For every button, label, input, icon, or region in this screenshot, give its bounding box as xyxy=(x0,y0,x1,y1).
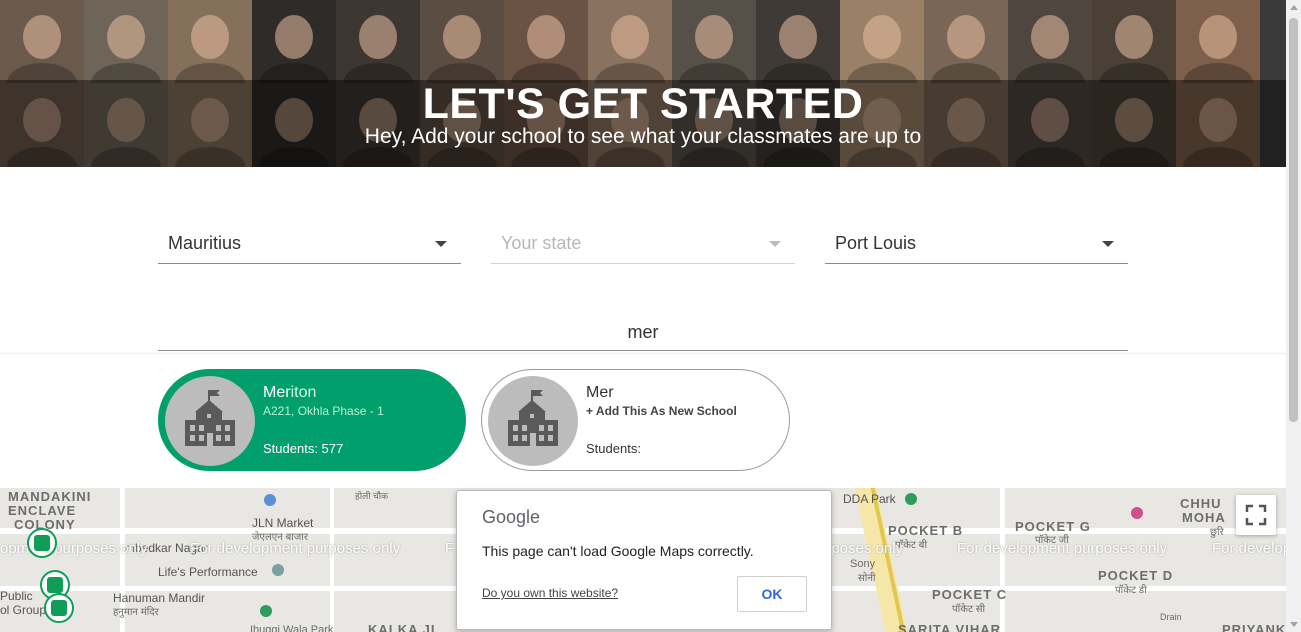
google-logo: Google xyxy=(482,507,541,527)
school-building-icon xyxy=(508,390,558,446)
school-name-rest: iton xyxy=(290,384,317,401)
scrollbar-thumb[interactable] xyxy=(1289,18,1298,422)
school-search-input[interactable] xyxy=(158,316,1128,349)
map-label: POCKET D xyxy=(1098,568,1174,583)
student-photo-tile xyxy=(672,0,756,83)
student-photo-tile xyxy=(588,0,672,83)
country-value: Mauritius xyxy=(168,233,242,253)
add-school-action[interactable]: + Add This As New School xyxy=(586,404,737,418)
map-label: JLN Market xyxy=(252,516,314,530)
map-label: Public xyxy=(0,589,33,603)
map-label: ENCLAVE xyxy=(8,503,77,518)
map-label: सोनी xyxy=(858,573,876,584)
school-result-card[interactable]: Meriton A221, Okhla Phase - 1 Students: … xyxy=(158,369,466,471)
page-scrollbar[interactable] xyxy=(1286,0,1301,632)
student-photo-tile xyxy=(336,0,420,83)
map-label: पॉकेट सी xyxy=(952,604,986,615)
dev-watermark: For development purposes only xyxy=(957,540,1168,557)
state-select[interactable]: Your state xyxy=(491,225,795,264)
own-website-link[interactable]: Do you own this website? xyxy=(482,586,618,600)
dev-watermark: F xyxy=(445,540,455,557)
student-count: Students: xyxy=(586,441,641,456)
landmark-icon xyxy=(272,564,284,576)
park-icon xyxy=(260,605,272,617)
map-label: MOHA xyxy=(1182,510,1226,525)
state-placeholder: Your state xyxy=(501,233,582,253)
dev-watermark: For develop xyxy=(1212,540,1286,557)
student-photo-tile xyxy=(840,0,924,83)
map-label: हनुमान मंदिर xyxy=(113,607,159,618)
map-label: Drain xyxy=(1160,612,1182,622)
school-avatar xyxy=(165,376,255,466)
school-search-field[interactable] xyxy=(158,316,1128,351)
map-label: MANDAKINI xyxy=(8,489,92,504)
fullscreen-icon xyxy=(1245,504,1267,526)
school-building-icon xyxy=(185,390,235,446)
student-photo-tile xyxy=(420,0,504,83)
map-fullscreen-button[interactable] xyxy=(1236,495,1276,535)
map-label: PRIYANK xyxy=(1222,622,1286,632)
chevron-down-icon xyxy=(769,241,781,247)
map-label: DDA Park xyxy=(843,492,896,506)
hero-banner: LET'S GET STARTED Hey, Add your school t… xyxy=(0,0,1286,167)
school-map-marker[interactable] xyxy=(27,528,57,558)
map-label: Sony xyxy=(850,558,876,570)
map-label: Hanuman Mandir xyxy=(113,591,206,605)
map-label: Life's Performance xyxy=(158,565,258,579)
shopping-icon xyxy=(264,494,276,506)
student-photo-tile xyxy=(1176,0,1260,83)
ok-button[interactable]: OK xyxy=(737,576,807,612)
school-address: A221, Okhla Phase - 1 xyxy=(263,404,384,418)
map-label: ol Group xyxy=(0,603,47,617)
page-title: LET'S GET STARTED xyxy=(422,80,864,128)
city-select[interactable]: Port Louis xyxy=(825,225,1128,264)
country-select[interactable]: Mauritius xyxy=(158,225,461,264)
add-new-school-card[interactable]: Mer + Add This As New School Students: xyxy=(481,369,790,471)
map-label: POCKET B xyxy=(888,523,964,538)
school-name: Meriton xyxy=(263,384,316,402)
city-value: Port Louis xyxy=(835,233,917,253)
student-photo-tile xyxy=(0,0,84,83)
school-avatar xyxy=(488,376,578,466)
maps-error-dialog: Google This page can't load Google Maps … xyxy=(456,490,832,630)
map-label: पॉकेट डी xyxy=(1115,585,1147,596)
page-subtitle: Hey, Add your school to see what your cl… xyxy=(364,125,922,148)
place-icon xyxy=(1131,507,1143,519)
map-label: छुरि xyxy=(1210,527,1224,538)
student-count: Students: 577 xyxy=(263,441,344,456)
map-label: CHHU xyxy=(1180,496,1222,511)
chevron-down-icon xyxy=(435,241,447,247)
school-name: Mer xyxy=(586,384,614,402)
student-photo-tile xyxy=(504,0,588,83)
park-icon xyxy=(905,493,917,505)
school-name-match: Mer xyxy=(586,384,614,401)
student-photo-tile xyxy=(1092,0,1176,83)
school-name-match: Mer xyxy=(263,384,291,401)
chevron-down-icon xyxy=(1102,241,1114,247)
student-photo-tile xyxy=(168,0,252,83)
student-photo-tile xyxy=(756,0,840,83)
student-photo-tile xyxy=(1008,0,1092,83)
dev-watermark: For development purposes only xyxy=(190,540,401,557)
student-photo-tile xyxy=(924,0,1008,83)
map-label: होली चौक xyxy=(355,491,389,501)
map-label: KALKA JI xyxy=(368,622,436,632)
scroll-up-icon[interactable] xyxy=(1290,5,1298,10)
student-photo-tile xyxy=(84,0,168,83)
dev-watermark: opment purposes only xyxy=(0,540,148,557)
student-photo-tile xyxy=(252,0,336,83)
error-message: This page can't load Google Maps correct… xyxy=(482,543,754,559)
map-label: SARITA VIHAR xyxy=(898,622,1001,632)
school-map-marker[interactable] xyxy=(44,593,74,623)
map-label: Ihuggi Wala Park xyxy=(250,624,334,632)
scroll-down-icon[interactable] xyxy=(1290,622,1298,627)
map-label: POCKET C xyxy=(932,587,1008,602)
